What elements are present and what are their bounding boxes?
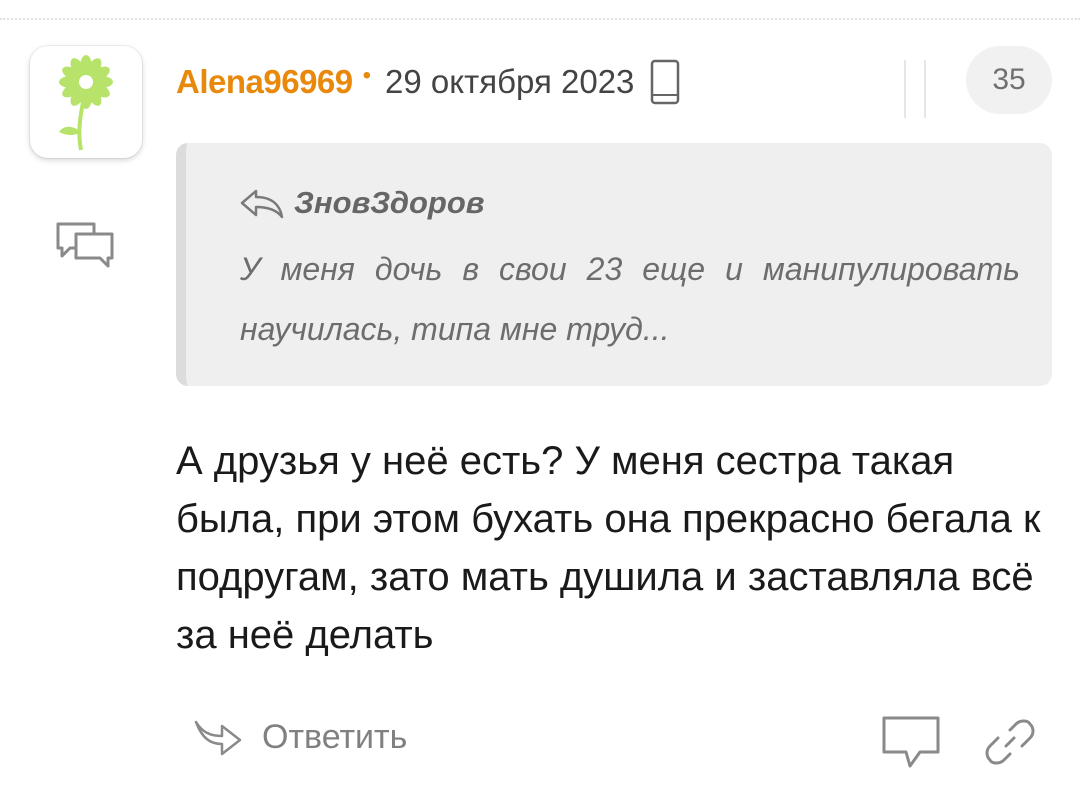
reply-button[interactable]: Ответить (192, 716, 407, 758)
likes-count-badge[interactable]: 35 (966, 46, 1052, 114)
reply-label: Ответить (262, 717, 408, 756)
username[interactable]: Alena96969 (176, 63, 353, 101)
comment-date: 29 октября 2023 (385, 63, 635, 100)
comment-body: А друзья у неё есть? У меня сестра такая… (176, 439, 1041, 657)
quoted-comment[interactable]: ЗновЗдоров У меня дочь в свои 23 еще и м… (176, 143, 1052, 386)
link-icon[interactable] (984, 716, 1036, 768)
comment-card: Alena96969 • 29 октября 2023 35 ЗновЗдор… (0, 0, 1080, 789)
quote-author-row: ЗновЗдоров (238, 185, 485, 221)
flower-avatar-icon (59, 55, 113, 151)
quote-text: У меня дочь в свои 23 еще и манипулирова… (240, 251, 1020, 347)
comment-header: Alena96969 • 29 октября 2023 (176, 58, 680, 106)
reply-arrow-icon (194, 720, 242, 756)
mobile-phone-icon (651, 59, 680, 105)
speech-bubbles-icon[interactable] (54, 218, 116, 270)
header-divider (924, 60, 926, 118)
reply-arrow-icon (240, 189, 284, 219)
top-divider (0, 18, 1080, 20)
separator-dot: • (362, 62, 372, 89)
speech-bubble-icon[interactable] (880, 714, 942, 772)
header-divider (904, 60, 906, 118)
avatar[interactable] (30, 46, 142, 158)
quote-author-name: ЗновЗдоров (294, 185, 485, 220)
